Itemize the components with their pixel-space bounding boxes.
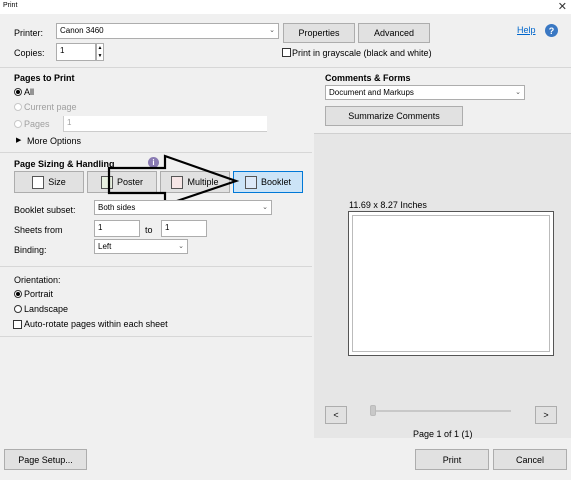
pages-radio[interactable]	[14, 120, 22, 128]
close-icon[interactable]: ✕	[558, 0, 567, 13]
pages-label: Pages	[24, 119, 50, 129]
divider	[0, 67, 571, 68]
orientation-title: Orientation:	[14, 275, 61, 285]
to-label: to	[145, 225, 153, 235]
printer-value: Canon 3460	[60, 26, 104, 35]
preview-page	[348, 211, 554, 356]
sheets-from-label: Sheets from	[14, 225, 63, 235]
print-button[interactable]: Print	[415, 449, 489, 470]
printer-label: Printer:	[14, 28, 44, 38]
booklet-subset-select[interactable]: Both sides ⌄	[94, 200, 272, 215]
landscape-label: Landscape	[24, 304, 69, 314]
divider	[0, 152, 312, 153]
booklet-label: Booklet	[260, 177, 292, 187]
more-options-toggle[interactable]: More Options	[27, 136, 81, 146]
advanced-button[interactable]: Advanced	[358, 23, 430, 43]
help-link[interactable]: Help	[517, 25, 536, 35]
cancel-button[interactable]: Cancel	[493, 449, 567, 470]
landscape-radio[interactable]	[14, 305, 22, 313]
portrait-label: Portrait	[24, 289, 54, 299]
spin-down-icon[interactable]: ▼	[98, 53, 103, 59]
title-bar	[0, 0, 571, 14]
copies-label: Copies:	[14, 48, 45, 58]
help-icon[interactable]: ?	[545, 24, 558, 37]
page-sizing-title: Page Sizing & Handling	[14, 159, 115, 169]
booklet-subset-label: Booklet subset:	[14, 205, 76, 215]
portrait-radio[interactable]	[14, 290, 22, 298]
page-setup-button[interactable]: Page Setup...	[4, 449, 87, 470]
autorotate-label: Auto-rotate pages within each sheet	[24, 319, 168, 329]
chevron-down-icon: ⌄	[178, 243, 184, 250]
page-indicator: Page 1 of 1 (1)	[413, 429, 473, 439]
current-page-radio[interactable]	[14, 103, 22, 111]
next-page-button[interactable]: >	[535, 406, 557, 424]
spin-up-icon[interactable]: ▲	[98, 45, 103, 51]
size-icon	[32, 175, 45, 189]
pages-to-print-title: Pages to Print	[14, 73, 75, 83]
page-slider-track[interactable]	[370, 410, 511, 412]
preview-size-text: 11.69 x 8.27 Inches	[349, 200, 427, 210]
page-slider-thumb[interactable]	[370, 405, 376, 416]
current-page-label: Current page	[24, 102, 77, 112]
divider	[0, 266, 312, 267]
grayscale-checkbox[interactable]	[282, 48, 291, 57]
booklet-button[interactable]: Booklet	[233, 171, 303, 193]
binding-select[interactable]: Left ⌄	[94, 239, 188, 254]
autorotate-checkbox[interactable]	[13, 320, 22, 329]
comments-forms-title: Comments & Forms	[325, 73, 411, 83]
copies-input[interactable]: 1	[56, 43, 96, 61]
divider	[0, 336, 312, 337]
sheets-to-input[interactable]: 1	[161, 220, 207, 237]
grayscale-label: Print in grayscale (black and white)	[292, 48, 432, 58]
comments-select[interactable]: Document and Markups ⌄	[325, 85, 525, 100]
chevron-down-icon: ⌄	[262, 204, 268, 211]
all-label: All	[24, 87, 35, 97]
copies-stepper[interactable]: ▲ ▼	[96, 43, 104, 61]
binding-value: Left	[98, 242, 112, 251]
sheets-from-input[interactable]: 1	[94, 220, 140, 237]
expand-arrow-icon[interactable]: ▶	[16, 136, 21, 144]
all-radio[interactable]	[14, 88, 22, 96]
booklet-icon	[244, 175, 257, 189]
size-label: Size	[48, 177, 66, 187]
prev-page-button[interactable]: <	[325, 406, 347, 424]
binding-label: Binding:	[14, 245, 47, 255]
printer-select[interactable]: Canon 3460 ⌄	[56, 23, 279, 39]
chevron-down-icon: ⌄	[269, 27, 275, 34]
window-title: Print	[3, 2, 18, 9]
comments-value: Document and Markups	[329, 88, 414, 97]
pages-input[interactable]: 1	[63, 116, 267, 132]
chevron-down-icon: ⌄	[515, 89, 521, 96]
size-button[interactable]: Size	[14, 171, 84, 193]
preview-page-inner	[352, 215, 550, 352]
properties-button[interactable]: Properties	[283, 23, 355, 43]
summarize-comments-button[interactable]: Summarize Comments	[325, 106, 463, 126]
booklet-subset-value: Both sides	[98, 203, 136, 212]
